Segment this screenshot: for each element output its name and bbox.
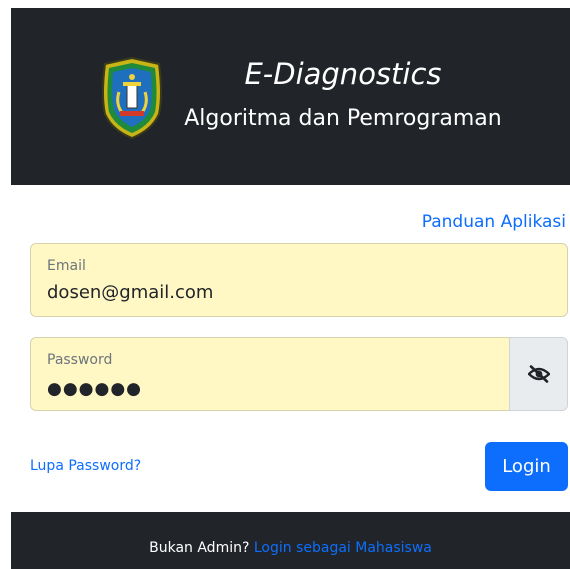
email-field[interactable]: Email [30, 243, 568, 317]
footer-text: Bukan Admin? [149, 540, 254, 556]
forgot-password-link[interactable]: Lupa Password? [30, 456, 141, 476]
toggle-password-visibility-button[interactable] [509, 337, 568, 411]
app-guide-link[interactable]: Panduan Aplikasi [422, 211, 566, 233]
header-banner: E-Diagnostics Algoritma dan Pemrograman [11, 8, 570, 185]
login-button[interactable]: Login [485, 442, 568, 491]
login-page: E-Diagnostics Algoritma dan Pemrograman … [0, 0, 570, 569]
student-login-link[interactable]: Login sebagai Mahasiswa [254, 540, 432, 556]
password-input[interactable]: ●●●●●● [47, 377, 142, 401]
eye-slash-icon [527, 365, 550, 383]
app-subtitle: Algoritma dan Pemrograman [184, 106, 502, 131]
password-label: Password [47, 352, 113, 368]
footer-bar: Bukan Admin? Login sebagai Mahasiswa [11, 512, 570, 569]
password-field[interactable]: Password ●●●●●● [30, 337, 510, 411]
email-label: Email [47, 258, 86, 274]
email-input[interactable] [47, 281, 497, 305]
regional-emblem-icon [102, 56, 162, 140]
app-title: E-Diagnostics [244, 57, 442, 91]
